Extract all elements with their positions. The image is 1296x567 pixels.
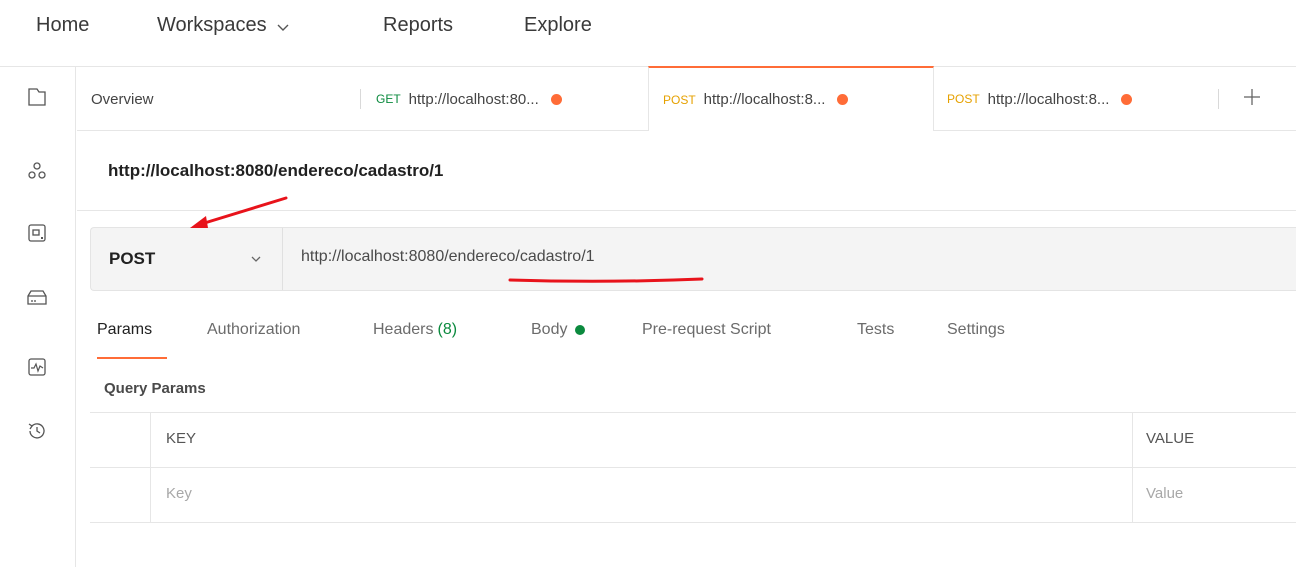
url-path: endereco/cadastro/1 (448, 248, 595, 265)
tab-settings-label: Settings (947, 321, 1005, 338)
tab-authorization-label: Authorization (207, 321, 301, 338)
tab-method-post: POST (663, 92, 696, 107)
method-select[interactable]: POST (91, 228, 283, 290)
nav-reports-label: Reports (383, 14, 454, 36)
tab-tests[interactable]: Tests (857, 321, 894, 339)
tab-settings[interactable]: Settings (947, 321, 1005, 339)
tab-post-request-2[interactable]: POST http://localhost:8... (947, 67, 1133, 131)
tab-separator (360, 89, 361, 109)
nav-explore[interactable]: Explore (524, 14, 592, 37)
url-prefix: http://localhost:8080/ (301, 248, 449, 265)
column-header-value: VALUE (1146, 430, 1195, 447)
unsaved-dot-icon (550, 93, 562, 105)
headers-count: (8) (437, 321, 458, 338)
tab-post-label: http://localhost:8... (703, 91, 826, 108)
tab-method-post: POST (947, 92, 980, 106)
annotation-underline (508, 277, 704, 283)
history-icon[interactable] (26, 420, 48, 442)
body-indicator-icon (575, 325, 586, 335)
url-input[interactable]: http://localhost:8080/endereco/cadastro/… (301, 248, 595, 266)
table-border (90, 412, 1296, 413)
environments-icon[interactable] (26, 222, 48, 244)
tab-tests-label: Tests (857, 321, 895, 338)
nav-reports[interactable]: Reports (383, 14, 453, 37)
value-input[interactable]: Value (1146, 485, 1183, 502)
tab-pre-request-label: Pre-request Script (642, 321, 771, 338)
tab-get-request[interactable]: GET http://localhost:80... (376, 67, 562, 131)
tab-post-label-2: http://localhost:8... (987, 90, 1110, 108)
new-tab-button[interactable] (1240, 85, 1264, 109)
tab-post-request-active[interactable]: POST http://localhost:8... (648, 66, 934, 131)
tab-overview-label: Overview (91, 90, 154, 108)
monitors-icon[interactable] (26, 356, 48, 378)
tab-method-get: GET (376, 92, 401, 106)
collections-icon[interactable] (26, 86, 48, 108)
table-border (1132, 412, 1133, 523)
method-select-value: POST (109, 249, 156, 268)
table-border (90, 467, 1296, 468)
nav-home-label: Home (36, 14, 90, 36)
active-tab-underline (97, 357, 167, 359)
nav-home[interactable]: Home (36, 14, 89, 37)
nav-workspaces[interactable]: Workspaces (157, 14, 291, 37)
request-name[interactable]: http://localhost:8080/endereco/cadastro/… (108, 161, 443, 181)
query-params-title: Query Params (104, 380, 206, 397)
mock-servers-icon[interactable] (26, 286, 48, 308)
key-input[interactable]: Key (166, 485, 192, 502)
nav-explore-label: Explore (524, 14, 592, 36)
request-subtabs: Params Authorization Headers (8) Body Pr… (77, 316, 1077, 360)
table-border (150, 412, 151, 523)
nav-workspaces-label: Workspaces (157, 14, 267, 36)
tab-separator (1218, 89, 1219, 109)
tab-params-label: Params (97, 321, 153, 338)
table-border (90, 522, 1296, 523)
chevron-down-icon (249, 252, 263, 266)
tab-headers[interactable]: Headers (8) (373, 321, 457, 339)
query-params-table: KEY VALUE Key Value (90, 412, 1296, 523)
unsaved-dot-icon (1121, 93, 1133, 105)
tab-params[interactable]: Params (97, 321, 152, 339)
tab-body[interactable]: Body (531, 321, 586, 339)
plus-icon (1244, 89, 1260, 105)
apis-icon[interactable] (26, 160, 48, 182)
request-tabs-bar: Overview GET http://localhost:80... POST… (77, 66, 1296, 131)
top-navigation: Home Workspaces Reports Explore (0, 0, 1296, 56)
annotation-arrow (190, 196, 288, 228)
tab-body-label: Body (531, 321, 568, 338)
tab-headers-label: Headers (373, 321, 434, 338)
tab-get-label: http://localhost:80... (408, 90, 539, 108)
sidebar-rail (0, 66, 76, 567)
unsaved-dot-icon (837, 94, 849, 105)
tab-pre-request-script[interactable]: Pre-request Script (642, 321, 771, 339)
chevron-down-icon (275, 18, 291, 34)
tab-authorization[interactable]: Authorization (207, 321, 300, 339)
column-header-key: KEY (166, 430, 197, 447)
tab-overview[interactable]: Overview (91, 67, 154, 131)
